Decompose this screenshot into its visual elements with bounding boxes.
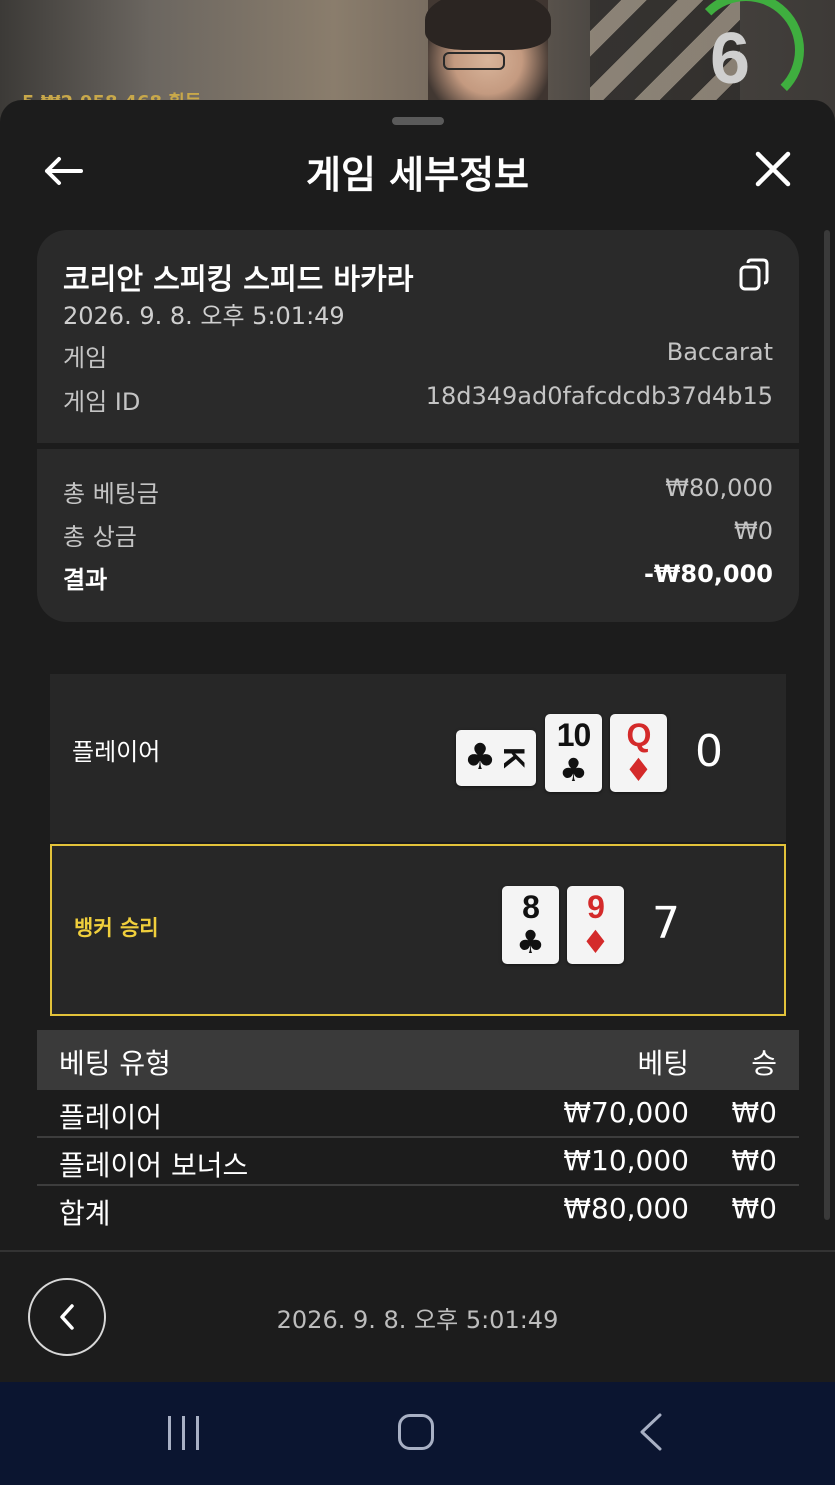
close-icon xyxy=(755,151,791,187)
bet-amount-cell: ₩70,000 xyxy=(563,1096,689,1129)
nav-back-icon[interactable] xyxy=(636,1412,666,1452)
sheet-header: 게임 세부정보 xyxy=(0,130,835,210)
header-bet-type: 베팅 유형 xyxy=(59,1047,171,1080)
win-amount-cell: ₩0 xyxy=(731,1192,778,1225)
bet-table-header: 베팅 유형 베팅 승 xyxy=(37,1030,799,1090)
total-bet-label: 총 베팅금 xyxy=(63,480,159,508)
card-suit: ♦ xyxy=(581,923,610,961)
bet-amount-cell: ₩10,000 xyxy=(563,1144,689,1177)
card-divider xyxy=(37,443,799,449)
system-nav-bar xyxy=(0,1382,835,1485)
win-amount-cell: ₩0 xyxy=(731,1144,778,1177)
card-suit: ♦ xyxy=(624,751,653,789)
card-suit: ♣ xyxy=(559,751,588,789)
countdown-number: 6 xyxy=(709,19,751,99)
home-icon[interactable] xyxy=(398,1414,434,1450)
card-rank: 8 xyxy=(522,889,540,925)
game-name: 코리안 스피킹 스피드 바카라 xyxy=(63,262,414,296)
game-details-sheet: 게임 세부정보 코리안 스피킹 스피드 바카라 2026. 9. 8. 오후 5… xyxy=(0,100,835,1382)
card-suit: ♣ xyxy=(516,923,545,961)
bet-table: 베팅 유형 베팅 승 플레이어 ₩70,000 ₩0 플레이어 보너스 ₩10,… xyxy=(37,1030,799,1234)
card-rank: Q xyxy=(626,717,652,753)
total-prize-value: ₩0 xyxy=(734,517,773,545)
playing-card: 9 ♦ xyxy=(567,886,624,964)
close-button[interactable] xyxy=(748,144,798,194)
total-prize-label: 총 상금 xyxy=(63,523,137,551)
player-hand-label: 플레이어 xyxy=(72,738,161,766)
player-hand: 플레이어 ♣ K 10 ♣ Q ♦ 0 xyxy=(50,674,786,842)
total-bet-row: 총 베팅금 ₩80,000 xyxy=(63,474,773,508)
table-row-total: 합계 ₩80,000 ₩0 xyxy=(37,1186,799,1234)
game-id-value: 18d349ad0fafcdcdb37d4b15 xyxy=(425,382,773,410)
game-info-card: 코리안 스피킹 스피드 바카라 2026. 9. 8. 오후 5:01:49 게… xyxy=(37,230,799,622)
header-win: 승 xyxy=(751,1047,777,1080)
card-rank: K xyxy=(497,747,530,769)
game-id-row: 게임 ID 18d349ad0fafcdcdb37d4b15 xyxy=(63,382,773,416)
playing-card: 8 ♣ xyxy=(502,886,559,964)
banker-hand: 뱅커 승리 8 ♣ 9 ♦ 7 xyxy=(50,844,786,1016)
result-label: 결과 xyxy=(63,566,108,594)
game-date: 2026. 9. 8. 오후 5:01:49 xyxy=(63,302,345,330)
result-row: 결과 -₩80,000 xyxy=(63,560,773,594)
total-prize-row: 총 상금 ₩0 xyxy=(63,517,773,551)
page-title: 게임 세부정보 xyxy=(306,153,529,197)
sheet-footer: 2026. 9. 8. 오후 5:01:49 xyxy=(0,1250,835,1382)
playing-card: Q ♦ xyxy=(610,714,667,792)
table-row: 플레이어 ₩70,000 ₩0 xyxy=(37,1090,799,1138)
dealer-hair xyxy=(425,0,551,50)
scrollbar[interactable] xyxy=(824,230,830,1220)
banker-hand-label: 뱅커 승리 xyxy=(74,916,159,940)
drag-handle[interactable] xyxy=(392,117,444,125)
header-bet: 베팅 xyxy=(637,1047,689,1080)
copy-icon xyxy=(739,258,769,291)
playing-card: ♣ K xyxy=(456,730,536,786)
bet-amount-cell: ₩80,000 xyxy=(563,1192,689,1225)
result-value: -₩80,000 xyxy=(643,560,773,588)
bet-type-cell: 플레이어 보너스 xyxy=(59,1149,249,1182)
game-type-value: Baccarat xyxy=(666,338,773,366)
table-row: 플레이어 보너스 ₩10,000 ₩0 xyxy=(37,1138,799,1186)
total-bet-value: ₩80,000 xyxy=(665,474,773,502)
bet-type-cell: 플레이어 xyxy=(59,1101,163,1134)
dealer-glasses xyxy=(443,52,505,70)
banker-score: 7 xyxy=(652,898,680,949)
recent-apps-icon[interactable] xyxy=(166,1416,202,1450)
win-amount-cell: ₩0 xyxy=(731,1096,778,1129)
player-score: 0 xyxy=(695,726,723,777)
game-summary: 코리안 스피킹 스피드 바카라 2026. 9. 8. 오후 5:01:49 게… xyxy=(37,230,799,443)
copy-button[interactable] xyxy=(737,258,771,292)
game-type-label: 게임 xyxy=(63,344,108,372)
bet-type-cell: 합계 xyxy=(59,1197,111,1230)
game-type-row: 게임 Baccarat xyxy=(63,338,773,372)
card-rank: 10 xyxy=(556,717,592,753)
card-rank: 9 xyxy=(587,889,605,925)
footer-date: 2026. 9. 8. 오후 5:01:49 xyxy=(276,1306,559,1334)
playing-card: 10 ♣ xyxy=(545,714,602,792)
game-id-label: 게임 ID xyxy=(63,388,141,416)
